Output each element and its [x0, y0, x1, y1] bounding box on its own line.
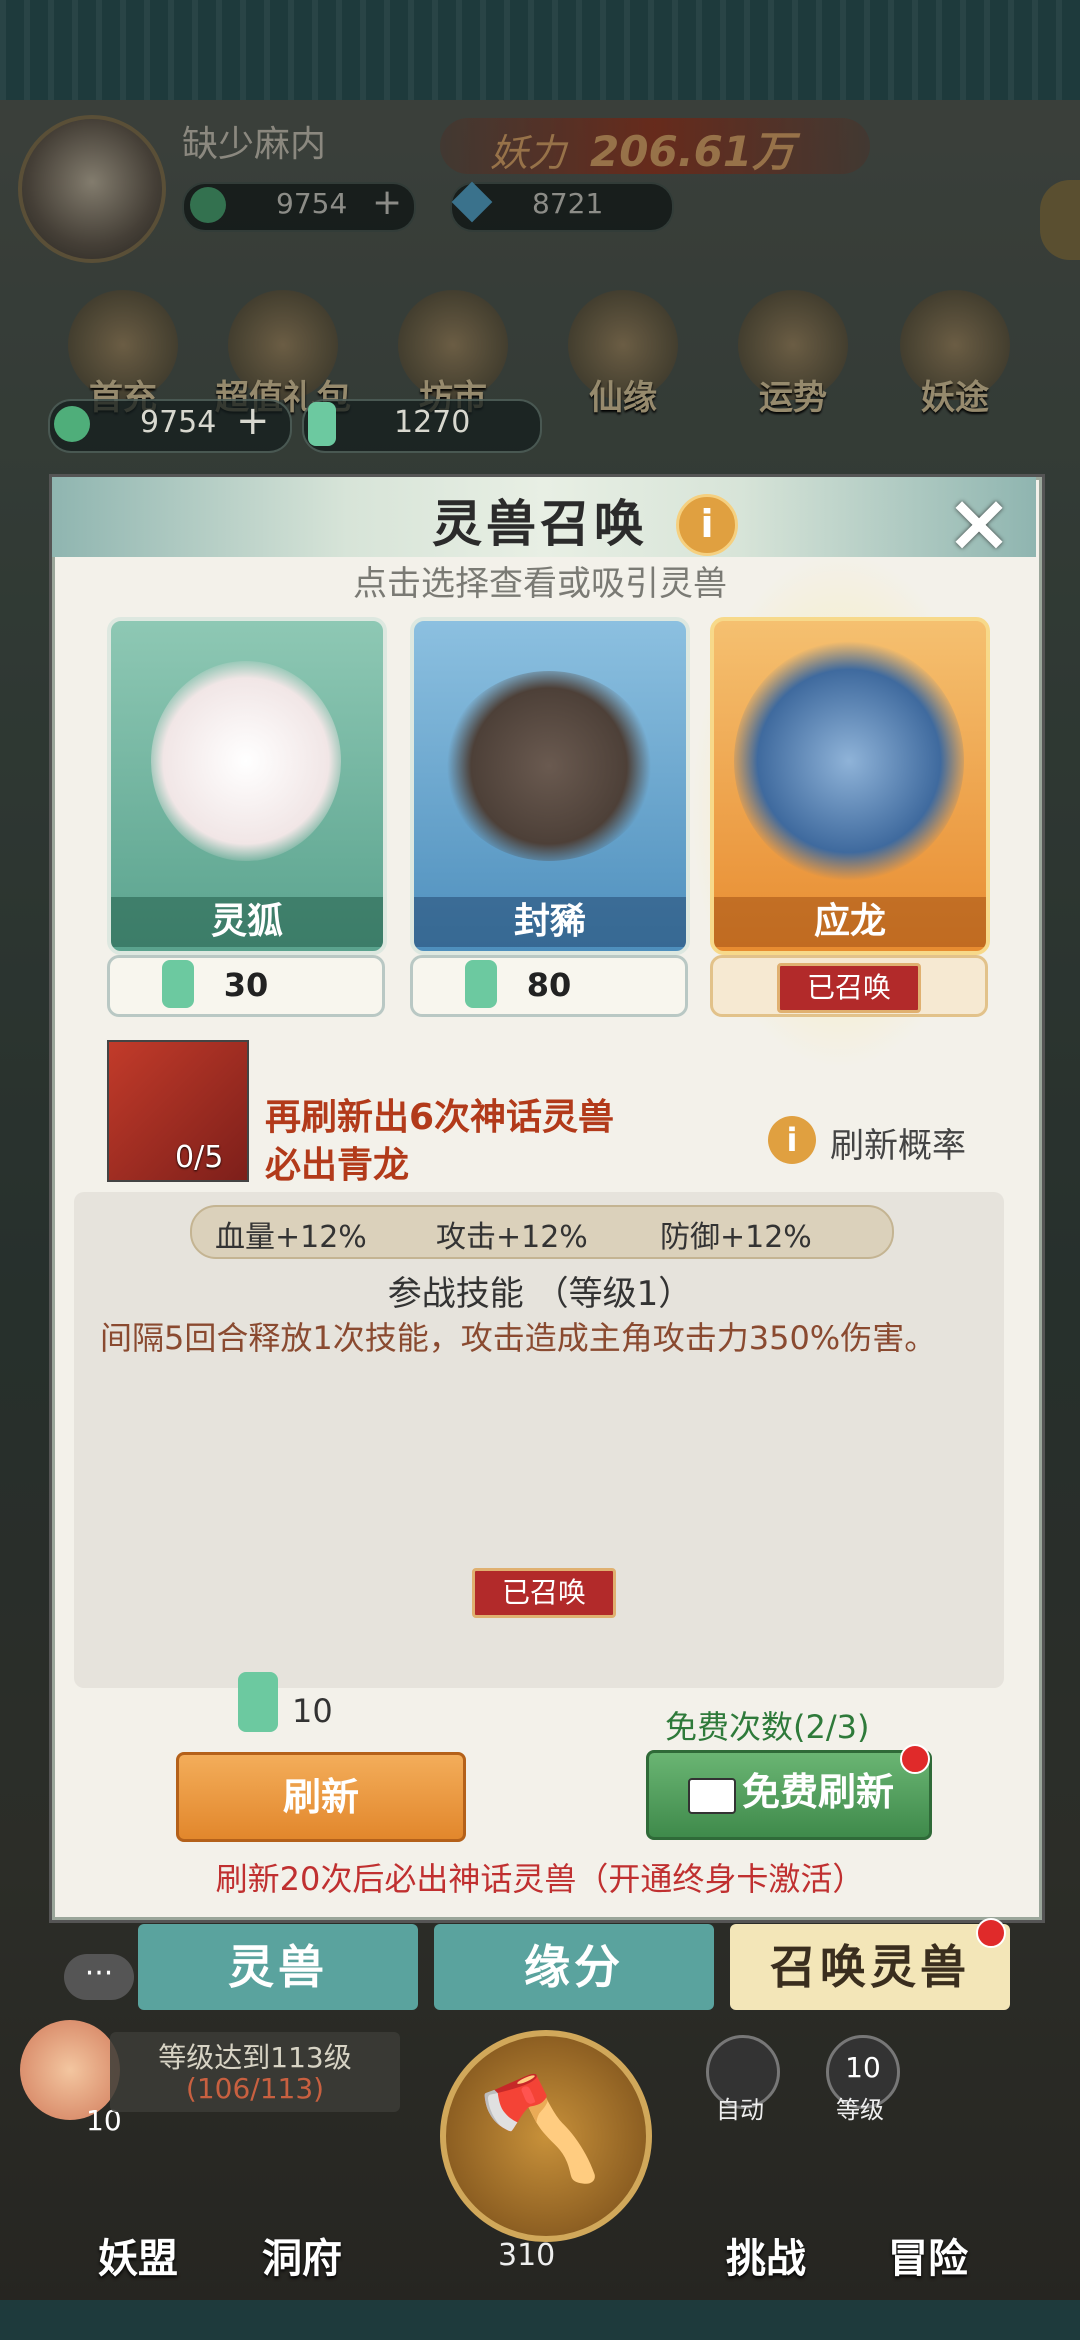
tab-fate[interactable]: 缘分 — [434, 1924, 714, 2010]
top-status-bar — [0, 0, 1080, 100]
beast-name-boar: 封豨 — [414, 897, 686, 947]
notification-dot — [976, 1918, 1006, 1948]
beast-card-fox[interactable]: 灵狐 — [107, 617, 387, 955]
summoned-badge: 已召唤 — [777, 963, 921, 1013]
tab-summon[interactable]: 召唤灵兽 — [730, 1924, 1010, 2010]
panel-summoned-badge: 已召唤 — [472, 1568, 616, 1618]
cost-pill-boar: 80 — [410, 955, 688, 1017]
stat-def: 防御+12% — [660, 1220, 812, 1255]
cost-value-boar: 80 — [526, 966, 572, 1004]
beast-card-boar[interactable]: 封豨 — [410, 617, 690, 955]
notification-dot — [900, 1744, 930, 1774]
close-icon[interactable]: × — [944, 483, 1014, 563]
skill-title: 参战技能 （等级1） — [387, 1274, 693, 1314]
fox-image — [151, 661, 341, 861]
overlay-gem-add-button[interactable]: + — [236, 398, 270, 444]
nav-alliance[interactable]: 妖盟 — [98, 2226, 178, 2284]
overlay-gem-value: 9754 — [140, 405, 217, 440]
video-icon — [688, 1778, 736, 1814]
beast-name-fox: 灵狐 — [111, 897, 383, 947]
yinglong-image — [734, 641, 964, 881]
axe-icon: 🪓 — [477, 2070, 603, 2187]
nav-cave[interactable]: 洞府 — [262, 2226, 342, 2284]
beast-name-yinglong: 应龙 — [714, 897, 986, 947]
level-label: 等级 — [836, 2096, 884, 2124]
info-icon[interactable]: i — [676, 494, 738, 556]
refresh-cost: 10 — [292, 1692, 333, 1730]
stat-hp: 血量+12% — [215, 1220, 367, 1255]
level-target: 等级达到113级 — [158, 2041, 352, 2074]
cost-pill-fox: 30 — [107, 955, 385, 1017]
dragon-progress-count: 0/5 — [175, 1140, 224, 1175]
beast-card-yinglong[interactable]: 应龙 — [710, 617, 990, 955]
jade-icon — [238, 1672, 278, 1732]
rate-label[interactable]: 刷新概率 — [830, 1118, 966, 1167]
promo-line-2: 必出青龙 — [265, 1145, 410, 1186]
coin-count: 310 — [498, 2238, 556, 2273]
free-refresh-count: 免费次数(2/3) — [665, 1708, 870, 1746]
rate-info-icon[interactable]: i — [768, 1116, 816, 1164]
bottom-status-bar — [0, 2300, 1080, 2340]
coin-icon — [54, 406, 90, 442]
auto-label: 自动 — [716, 2096, 764, 2124]
refresh-button[interactable]: 刷新 — [176, 1752, 466, 1842]
nav-challenge[interactable]: 挑战 — [726, 2226, 806, 2284]
footer-note: 刷新20次后必出神话灵兽（开通终身卡激活） — [215, 1860, 865, 1898]
free-refresh-label: 免费刷新 — [742, 1770, 895, 1814]
overlay-jade-value: 1270 — [394, 405, 471, 440]
cost-value-fox: 30 — [223, 966, 269, 1004]
jade-icon — [308, 402, 336, 446]
promo-line-1: 再刷新出6次神话灵兽 — [265, 1097, 615, 1138]
skill-description: 间隔5回合释放1次技能，攻击造成主角攻击力350%伤害。 — [100, 1319, 937, 1357]
modal-title: 灵兽召唤 — [432, 495, 648, 553]
level-progress: (106/113) — [185, 2072, 325, 2105]
nav-adventure[interactable]: 冒险 — [888, 2226, 968, 2284]
boar-image — [444, 671, 654, 861]
chat-icon[interactable]: ··· — [64, 1954, 134, 2000]
tab-spirit-beast[interactable]: 灵兽 — [138, 1924, 418, 2010]
stat-atk: 攻击+12% — [436, 1220, 588, 1255]
